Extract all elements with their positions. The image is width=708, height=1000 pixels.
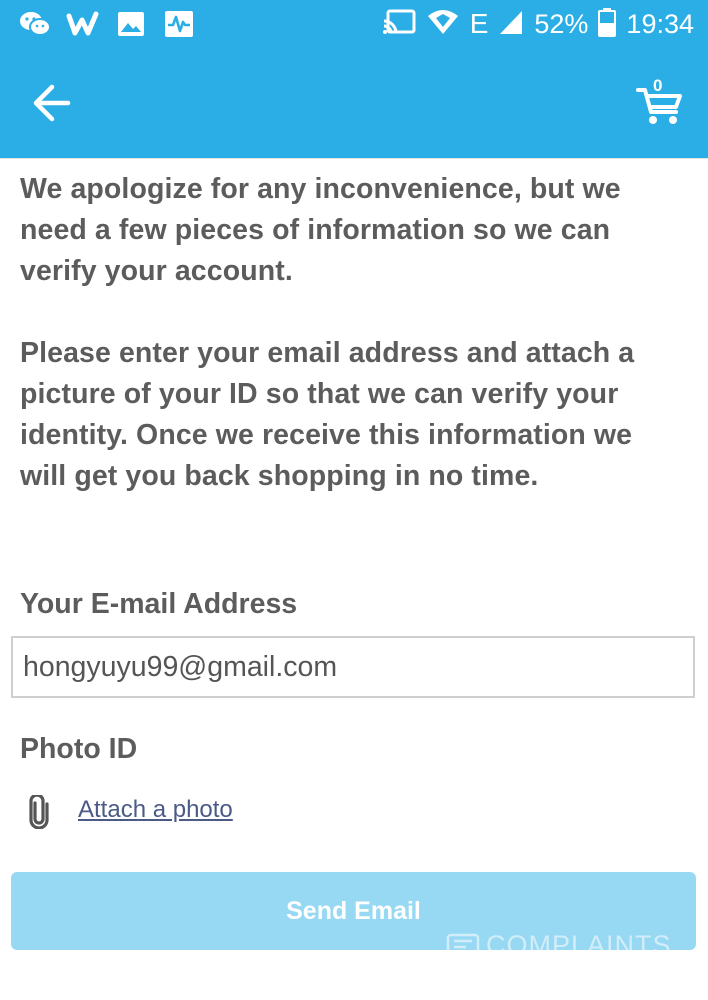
- battery-percent: 52%: [534, 8, 589, 39]
- network-type: E: [469, 8, 489, 39]
- send-email-label: Send Email: [286, 896, 421, 925]
- arrow-left-icon: [33, 84, 71, 122]
- wifi-icon: [426, 8, 460, 41]
- watermark-text: COMPLAINTS: [486, 929, 672, 960]
- cart-count-badge: 0: [653, 76, 663, 95]
- email-field[interactable]: [11, 636, 695, 698]
- activity-icon: [162, 9, 196, 39]
- system-icons: E 52% 19:34: [382, 6, 694, 42]
- photo-id-label: Photo ID: [20, 733, 138, 765]
- watermark: COMPLAINTS: [446, 930, 672, 960]
- image-icon: [114, 9, 148, 39]
- status-bar: E 52% 19:34: [0, 0, 708, 48]
- cast-icon: [382, 8, 416, 41]
- app-bar-divider: [0, 158, 708, 159]
- back-button[interactable]: [30, 82, 76, 124]
- paperclip-icon: [29, 795, 49, 829]
- email-label: Your E-mail Address: [20, 588, 298, 620]
- app-bar: 0: [0, 48, 708, 158]
- signal-icon: [498, 8, 524, 41]
- instructions-text: Please enter your email address and atta…: [20, 337, 635, 492]
- apology-text: We apologize for any inconvenience, but …: [20, 173, 621, 287]
- battery-icon: [598, 7, 617, 42]
- notification-icons: [18, 8, 196, 40]
- cart-button[interactable]: 0: [636, 74, 684, 126]
- attach-photo-link[interactable]: Attach a photo: [78, 796, 233, 824]
- wechat-icon: [18, 9, 52, 39]
- wish-w-icon: [66, 9, 100, 39]
- clock: 19:34: [626, 8, 694, 39]
- watermark-logo-icon: [446, 933, 480, 957]
